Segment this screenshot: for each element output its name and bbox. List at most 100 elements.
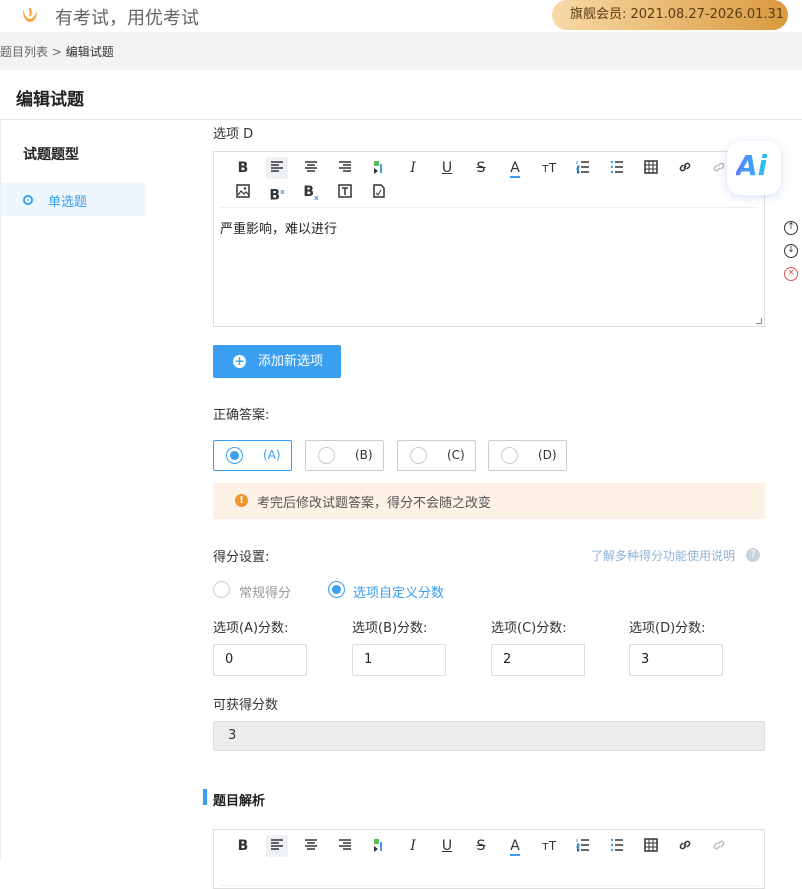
mode-custom-label[interactable]: 选项自定义分数 <box>353 582 444 601</box>
breadcrumb-current: 编辑试题 <box>65 45 114 59</box>
align-center-icon[interactable] <box>300 157 322 179</box>
membership-badge[interactable]: 旗舰会员: 2021.08.27-2026.01.31 <box>552 0 788 30</box>
add-icon: + <box>233 354 246 368</box>
ai-icon: Ai <box>736 149 768 182</box>
unordered-list-icon[interactable] <box>606 835 628 857</box>
ai-assistant-button[interactable]: Ai <box>727 141 781 195</box>
total-score-label: 可获得分数 <box>213 698 279 713</box>
font-size-icon[interactable]: тT <box>538 835 560 857</box>
option-d-editor[interactable]: B I U S A тT Bx Bx 严重影响，难以进行 <box>213 151 765 327</box>
breadcrumb: 题目列表 > 编辑试题 <box>0 43 114 60</box>
table-icon[interactable] <box>640 835 662 857</box>
table-icon[interactable] <box>640 157 662 179</box>
radio-icon <box>226 447 243 464</box>
scoring-label: 得分设置: <box>213 550 270 565</box>
answer-option-label: (A) <box>263 448 281 462</box>
analysis-editor[interactable]: B I U S A тT <box>213 829 765 889</box>
strikethrough-icon[interactable]: S <box>470 835 492 857</box>
underline-icon[interactable]: U <box>436 157 458 179</box>
align-left-icon[interactable] <box>266 835 288 857</box>
warning-icon: ! <box>235 494 248 507</box>
question-type-panel: 试题题型 单选题 <box>0 121 200 860</box>
align-right-icon[interactable] <box>334 157 356 179</box>
breadcrumb-separator: > <box>48 45 66 59</box>
page-header: 编辑试题 <box>0 70 802 120</box>
slogan: 有考试，用优考试 <box>55 8 199 29</box>
align-center-icon[interactable] <box>300 835 322 857</box>
breadcrumb-parent[interactable]: 题目列表 <box>0 45 48 59</box>
total-score-field: 3 <box>213 721 765 751</box>
score-c-label: 选项(C)分数: <box>491 621 567 636</box>
move-down-icon[interactable]: ↓ <box>784 244 798 258</box>
ordered-list-icon[interactable] <box>572 835 594 857</box>
answer-option-b[interactable]: (B) <box>305 440 384 471</box>
ordered-list-icon[interactable] <box>572 157 594 179</box>
image-icon[interactable] <box>232 181 254 203</box>
bold-icon[interactable]: B <box>232 157 254 179</box>
score-b-input[interactable]: 1 <box>352 644 446 676</box>
answer-change-warning: ! 考完后修改试题答案，得分不会随之改变 <box>213 483 765 519</box>
mode-regular-label[interactable]: 常规得分 <box>239 582 291 601</box>
answer-option-label: (C) <box>447 448 465 462</box>
scoring-help-link[interactable]: 了解多种得分功能使用说明 <box>591 547 735 564</box>
warning-text: 考完后修改试题答案，得分不会随之改变 <box>257 496 492 511</box>
answer-option-label: (B) <box>355 448 373 462</box>
link-icon[interactable] <box>674 835 696 857</box>
superscript-icon[interactable]: Bx <box>266 181 288 204</box>
format-painter-icon[interactable] <box>368 157 390 179</box>
help-icon[interactable]: ? <box>746 548 760 562</box>
font-size-icon[interactable]: тT <box>538 157 560 179</box>
resize-handle-icon[interactable] <box>756 318 762 324</box>
italic-icon[interactable]: I <box>402 835 424 857</box>
add-option-button[interactable]: + 添加新选项 <box>213 345 341 378</box>
unordered-list-icon[interactable] <box>606 157 628 179</box>
radio-icon <box>318 447 335 464</box>
question-type-single-choice[interactable]: 单选题 <box>1 183 146 216</box>
score-a-label: 选项(A)分数: <box>213 621 289 636</box>
bold-icon[interactable]: B <box>232 835 254 857</box>
text-box-icon[interactable] <box>334 181 356 203</box>
link-icon[interactable] <box>674 157 696 179</box>
font-color-icon[interactable]: A <box>504 835 526 857</box>
add-option-label: 添加新选项 <box>258 354 324 369</box>
page-title: 编辑试题 <box>16 90 84 110</box>
mode-regular-radio[interactable] <box>213 581 230 598</box>
delete-option-icon[interactable]: × <box>784 267 798 281</box>
align-left-icon[interactable] <box>266 157 288 179</box>
answer-option-d[interactable]: (D) <box>488 440 567 471</box>
align-right-icon[interactable] <box>334 835 356 857</box>
strikethrough-icon[interactable]: S <box>470 157 492 179</box>
score-d-label: 选项(D)分数: <box>629 621 706 636</box>
question-type-label: 单选题 <box>48 195 88 210</box>
score-d-input[interactable]: 3 <box>629 644 723 676</box>
editor-toolbar: B I U S A тT Bx Bx <box>220 152 758 208</box>
answer-option-label: (D) <box>538 448 557 462</box>
underline-icon[interactable]: U <box>436 835 458 857</box>
correct-answer-label: 正确答案: <box>213 408 270 423</box>
radio-icon <box>501 447 518 464</box>
format-painter-icon[interactable] <box>368 835 390 857</box>
question-type-heading: 试题题型 <box>23 147 79 163</box>
breadcrumb-bar: 题目列表 > 编辑试题 <box>0 32 802 70</box>
score-a-input[interactable]: 0 <box>213 644 307 676</box>
formula-icon[interactable] <box>368 181 390 203</box>
top-bar: 有考试，用优考试 旗舰会员: 2021.08.27-2026.01.31 <box>0 0 802 32</box>
mode-custom-radio[interactable] <box>328 581 345 598</box>
logo-icon <box>23 7 37 22</box>
score-b-label: 选项(B)分数: <box>352 621 428 636</box>
section-marker <box>203 789 207 805</box>
move-up-icon[interactable]: ↑ <box>784 221 798 235</box>
option-d-label: 选项 D <box>213 127 254 142</box>
analysis-heading: 题目解析 <box>213 794 266 809</box>
score-c-input[interactable]: 2 <box>491 644 585 676</box>
answer-option-a[interactable]: (A) <box>213 440 292 471</box>
italic-icon[interactable]: I <box>402 157 424 179</box>
selected-dot-icon <box>23 195 33 205</box>
analysis-toolbar: B I U S A тT <box>220 830 758 886</box>
option-d-content[interactable]: 严重影响，难以进行 <box>220 218 337 237</box>
radio-icon <box>410 447 427 464</box>
answer-option-c[interactable]: (C) <box>397 440 476 471</box>
subscript-icon[interactable]: Bx <box>300 181 322 203</box>
unlink-icon[interactable] <box>708 835 730 857</box>
font-color-icon[interactable]: A <box>504 157 526 179</box>
